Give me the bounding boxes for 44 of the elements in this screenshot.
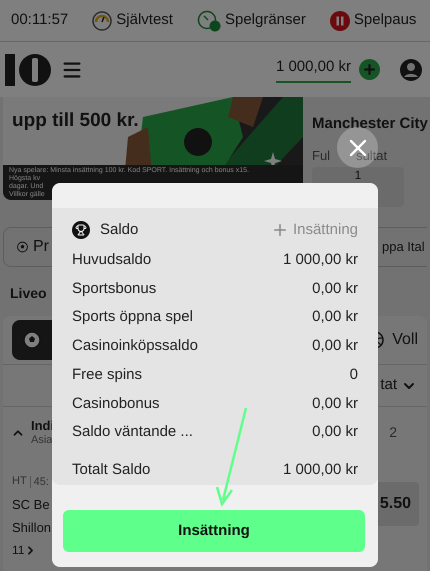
balance-label: Sports öppna spel [72,307,193,328]
match-status: HT [12,474,27,489]
trophy-icon [72,221,90,239]
team-name: Shillon [12,519,52,537]
balance-label: Free spins [72,364,142,385]
session-timer: 00:11:57 [11,10,68,30]
pause-icon [330,10,350,30]
balance-value: 0 [350,364,358,385]
responsible-gaming-link[interactable]: Självtest [92,9,173,32]
column-header: 2 [389,423,397,442]
balance-amount[interactable]: 1 000,00 kr [276,56,351,83]
deposit-button[interactable]: Insättning [63,510,365,552]
logo-icon [5,52,51,88]
dialog-title: Saldo [100,220,138,240]
more-markets-count[interactable]: 11 [12,539,24,562]
section-title: Liveo [10,284,47,303]
total-value: 1 000,00 kr [282,460,358,480]
user-icon[interactable] [400,58,422,80]
responsible-gaming-link[interactable]: Spelpaus [330,9,416,32]
balance-label: Huvudsaldo [72,250,152,270]
responsible-gaming-link[interactable]: Spelgränser [196,9,306,32]
football-icon [23,331,41,349]
balance-value: 0,00 kr [312,422,358,442]
balance-value: 0,00 kr [312,307,358,328]
balance-label: Saldo väntande ... [72,422,193,442]
balance-value: 0,00 kr [312,394,358,414]
balance-label: Sportsbonus [72,278,156,299]
sport-tab[interactable] [12,320,52,360]
team-name: Manchester City [312,114,429,134]
plus-icon [362,62,377,77]
team-name: SC Be [12,496,50,514]
clock-coin-icon [196,10,221,32]
total-label: Totalt Saldo [72,460,150,480]
balance-value: 0,00 kr [312,278,358,299]
market-label: Ful [312,146,330,164]
add-funds-button[interactable] [359,59,380,80]
sort-label[interactable]: tat [380,374,397,397]
league-region: Asia [31,432,52,448]
balance-label: Casinoinköpssaldo [72,336,198,356]
balance-value: 0,00 kr [312,336,358,356]
gauge-icon [92,10,112,30]
promo-headline: upp till 500 kr. [12,109,139,133]
match-clock: 45: [30,476,49,488]
balance-label: Casinobonus [72,394,160,414]
